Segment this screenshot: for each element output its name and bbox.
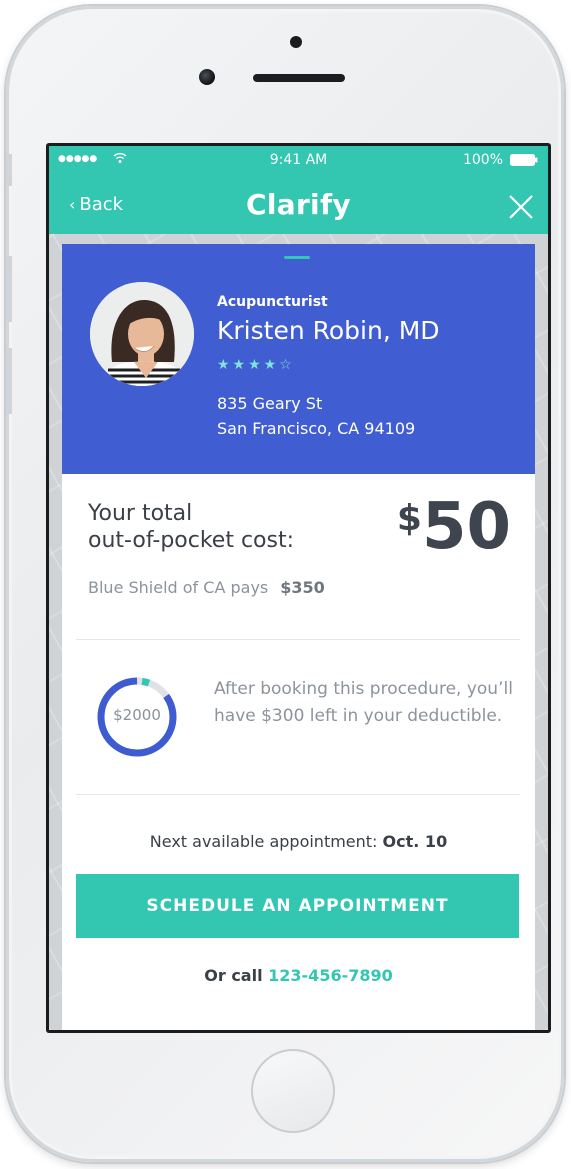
volume-up-button [6,256,12,322]
schedule-appointment-button[interactable]: SCHEDULE AN APPOINTMENT [76,874,519,938]
address-line-1: 835 Geary St [217,394,323,413]
currency-symbol: $ [396,498,422,539]
cost-label-line-1: Your total [88,501,193,526]
next-appointment-label: Next available appointment: [149,832,378,851]
drag-handle[interactable] [284,256,310,259]
address-line-2: San Francisco, CA 94109 [217,419,416,438]
close-icon[interactable] [508,194,534,220]
insurer-payment: Blue Shield of CA pays $350 [88,578,325,597]
next-appointment-date: Oct. 10 [382,832,448,851]
divider [76,794,520,795]
cost-label-line-2: out-of-pocket cost: [88,528,295,553]
top-bar: ●●●●● 9:41 AM 100% ‹ Back Clarify [49,146,548,234]
proximity-sensor [290,36,302,48]
avatar-image [90,282,194,386]
divider [76,639,520,640]
avatar [90,282,194,386]
deductible-message: After booking this procedure, you’ll hav… [214,679,513,726]
call-line: Or call 123-456-7890 [62,966,535,985]
battery-percent: 100% [462,152,503,168]
front-camera-icon [199,69,215,85]
mute-switch [6,154,12,186]
app-title: Clarify [246,188,351,221]
cost-value: 50 [421,490,511,564]
insurer-text: Blue Shield of CA pays [88,578,269,597]
deductible-total: $2000 [113,706,161,724]
home-button[interactable] [251,1049,335,1133]
earpiece-speaker [253,74,345,82]
insurer-amount: $350 [280,578,325,597]
cost-label: Your total out-of-pocket cost: [88,500,348,554]
doctor-card: Acupuncturist Kristen Robin, MD ★★★★☆ 83… [62,244,535,474]
call-prefix: Or call [204,966,263,985]
status-bar: ●●●●● 9:41 AM 100% [49,146,548,176]
battery-icon [510,154,538,166]
volume-down-button [6,348,12,414]
app-screen: ●●●●● 9:41 AM 100% ‹ Back Clarify Acupun… [49,146,548,1030]
star-rating: ★★★★☆ [217,357,295,373]
next-appointment: Next available appointment: Oct. 10 [62,832,535,851]
phone-number-link[interactable]: 123-456-7890 [268,966,393,985]
cost-amount: $50 [397,492,511,562]
provider-sheet: Acupuncturist Kristen Robin, MD ★★★★☆ 83… [62,244,535,1030]
doctor-specialty: Acupuncturist [217,294,328,310]
doctor-name: Kristen Robin, MD [217,316,440,345]
